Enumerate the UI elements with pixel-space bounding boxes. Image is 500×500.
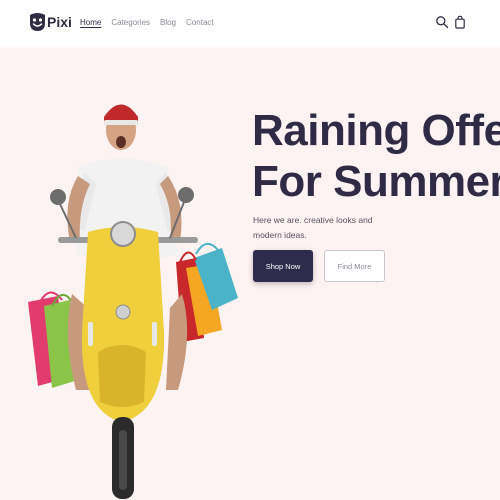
site-header: Pixi Home Categories Blog Contact (0, 0, 500, 47)
nav-home-link[interactable]: Home (80, 18, 101, 27)
find-more-button[interactable]: Find More (324, 250, 385, 282)
hero-title: Raining Offers For Summer! (252, 105, 500, 207)
nav-blog-link[interactable]: Blog (160, 18, 176, 27)
nav-categories-link[interactable]: Categories (111, 18, 150, 27)
smiley-logo-icon (30, 13, 45, 31)
search-icon[interactable] (435, 15, 449, 29)
hero-title-line-2: For Summer! (252, 157, 500, 206)
logo[interactable]: Pixi (28, 12, 72, 36)
main-nav: Home Categories Blog Contact (80, 18, 214, 27)
scooter-rider-image (28, 104, 238, 499)
shopping-bag-icon[interactable] (453, 15, 467, 29)
hero-subtitle: Here we are. creative looks and modern i… (253, 215, 373, 240)
hero-section: Raining Offers For Summer! Here we are. … (0, 47, 500, 500)
shop-now-button[interactable]: Shop Now (253, 250, 313, 282)
hero-title-line-1: Raining Offers (252, 106, 500, 155)
nav-contact-link[interactable]: Contact (186, 18, 214, 27)
brand-name: Pixi (47, 14, 72, 30)
